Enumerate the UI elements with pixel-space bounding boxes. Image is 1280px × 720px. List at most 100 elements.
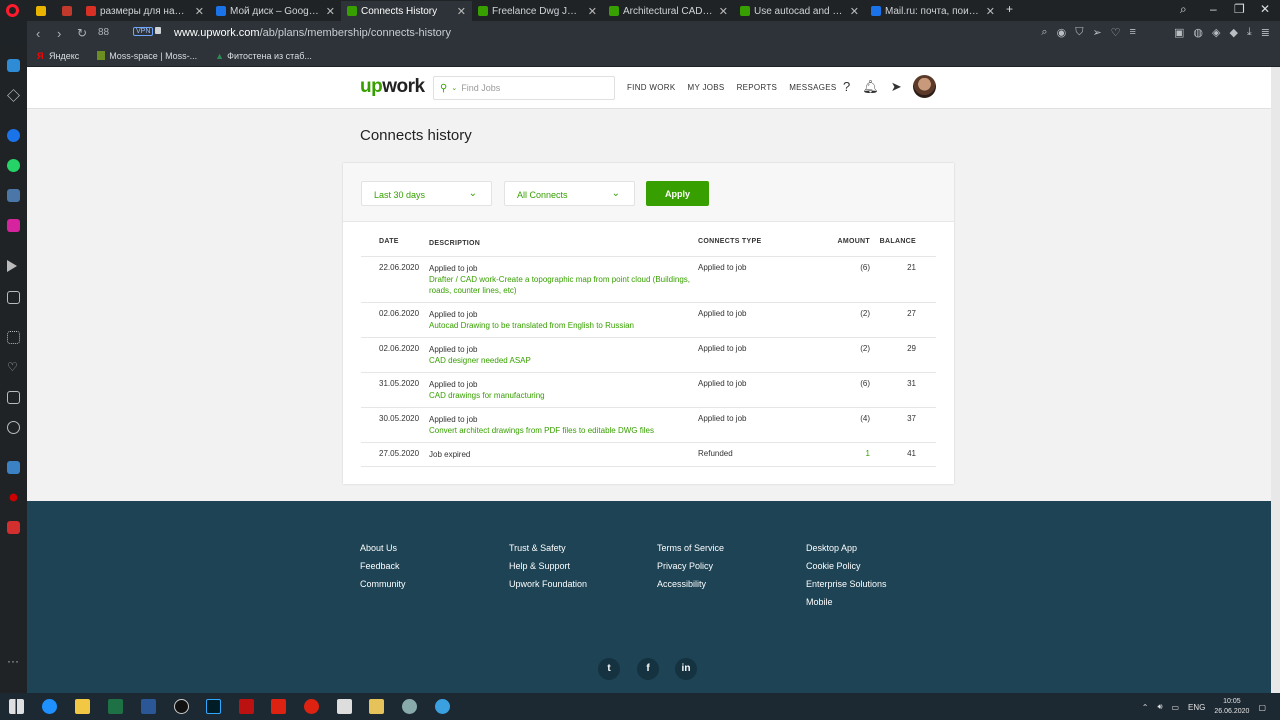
footer-link[interactable]: Privacy Policy	[657, 557, 724, 575]
job-link[interactable]: CAD designer needed ASAP	[429, 355, 698, 366]
footer-link[interactable]: Trust & Safety	[509, 539, 587, 557]
bell-icon[interactable]: 🔔︎	[862, 79, 879, 95]
period-select[interactable]: Last 30 days ⌄	[361, 181, 492, 206]
extension-icon[interactable]: ◍	[1193, 26, 1203, 39]
close-window-icon[interactable]: ✕	[1260, 2, 1270, 16]
start-icon[interactable]	[9, 699, 24, 714]
apps-icon[interactable]	[7, 331, 20, 344]
send-icon[interactable]	[7, 260, 17, 272]
chevron-up-icon[interactable]: ⌃	[1142, 703, 1149, 712]
word-icon[interactable]	[141, 699, 156, 714]
menu-icon[interactable]: ≡	[1130, 26, 1136, 39]
search-icon[interactable]: ⚲	[440, 83, 447, 94]
easy-setup-icon[interactable]: ≣	[1261, 26, 1270, 39]
volume-icon[interactable]: 🔊︎	[1157, 702, 1162, 712]
messenger-icon[interactable]	[7, 129, 20, 142]
news-icon[interactable]	[7, 391, 20, 404]
footer-link[interactable]: About Us	[360, 539, 406, 557]
close-tab-icon[interactable]: ✕	[844, 5, 859, 18]
heart-icon[interactable]: ♡	[1111, 26, 1121, 39]
twitter-icon[interactable]: t	[598, 658, 620, 680]
close-tab-icon[interactable]: ✕	[320, 5, 335, 18]
forward-icon[interactable]: ›	[57, 26, 61, 41]
tab-6[interactable]: Mail.ru: почта, поиск в ин✕	[865, 1, 1001, 21]
calculator-icon[interactable]	[337, 699, 352, 714]
download-icon[interactable]: ⤓	[1247, 26, 1252, 39]
close-tab-icon[interactable]: ✕	[451, 5, 466, 18]
extension-icon[interactable]	[9, 493, 18, 502]
clock[interactable]: 10:05 26.06.2020	[1214, 697, 1249, 717]
send-icon[interactable]: ➢	[1092, 26, 1101, 39]
search-input[interactable]: ⚲ ⌄ Find Jobs	[433, 76, 615, 100]
excel-icon[interactable]	[108, 699, 123, 714]
bookmark-fitostena[interactable]: ▲ Фитостена из стаб...	[215, 51, 312, 62]
app-icon[interactable]	[402, 699, 417, 714]
footer-link[interactable]: Feedback	[360, 557, 406, 575]
nav-my-jobs[interactable]: MY JOBS	[687, 83, 724, 92]
notes-icon[interactable]	[369, 699, 384, 714]
restore-icon[interactable]: ❐	[1234, 2, 1245, 16]
tab-connects-history[interactable]: Connects History ✕	[341, 1, 472, 21]
extension-icon[interactable]	[7, 461, 20, 474]
footer-link[interactable]: Cookie Policy	[806, 557, 887, 575]
tab-1[interactable]: размеры для нанесения с✕	[80, 1, 210, 21]
more-icon[interactable]: ···	[7, 655, 20, 670]
edge-icon[interactable]	[42, 699, 57, 714]
vk-icon[interactable]	[7, 189, 20, 202]
language-indicator[interactable]: ENG	[1188, 703, 1205, 712]
history-icon[interactable]	[7, 421, 20, 434]
extension-icon[interactable]: ◈	[1212, 26, 1220, 39]
apply-button[interactable]: Apply	[646, 181, 709, 206]
tab-4[interactable]: Architectural CAD Drawing✕	[603, 1, 734, 21]
home-icon[interactable]	[7, 59, 20, 72]
help-icon[interactable]: ?	[843, 79, 850, 95]
footer-link[interactable]: Desktop App	[806, 539, 887, 557]
close-tab-icon[interactable]: ✕	[582, 5, 597, 18]
pinned-tab[interactable]	[30, 1, 52, 21]
chevron-down-icon[interactable]: ⌄	[451, 84, 457, 92]
explorer-icon[interactable]	[75, 699, 90, 714]
extension-icon[interactable]: ◆	[1229, 26, 1237, 39]
opera-icon[interactable]	[304, 699, 319, 714]
tab-3[interactable]: Freelance Dwg Jobs Online✕	[472, 1, 603, 21]
footer-link[interactable]: Enterprise Solutions	[806, 575, 887, 593]
tab-2[interactable]: Мой диск – Google Диск✕	[210, 1, 341, 21]
connects-type-select[interactable]: All Connects ⌄	[504, 181, 635, 206]
yandex-icon[interactable]	[7, 521, 20, 534]
speed-dial-count[interactable]: 88	[98, 27, 109, 38]
job-link[interactable]: CAD drawings for manufacturing	[429, 390, 698, 401]
close-tab-icon[interactable]: ✕	[713, 5, 728, 18]
search-tabs-icon[interactable]: ⌕	[1180, 2, 1187, 17]
notifications-icon[interactable]: ▢	[1258, 703, 1266, 712]
camera-icon[interactable]: ◉	[1057, 26, 1067, 39]
job-link[interactable]: Drafter / CAD work-Create a topographic …	[429, 274, 698, 296]
pinned-tab[interactable]	[56, 1, 78, 21]
network-icon[interactable]: ▭	[1171, 703, 1179, 712]
nav-find-work[interactable]: FIND WORK	[627, 83, 675, 92]
search-icon[interactable]: ⌕	[1041, 26, 1047, 39]
minimize-icon[interactable]: –	[1210, 2, 1217, 16]
pdf-icon[interactable]	[239, 699, 254, 714]
wallet-icon[interactable]	[7, 291, 20, 304]
nav-reports[interactable]: REPORTS	[737, 83, 778, 92]
instagram-icon[interactable]	[7, 219, 20, 232]
footer-link[interactable]: Community	[360, 575, 406, 593]
cursor-icon[interactable]: ➤	[891, 79, 902, 95]
nav-messages[interactable]: MESSAGES	[789, 83, 836, 92]
bookmark-yandex[interactable]: Я Яндекс	[37, 51, 79, 62]
facebook-icon[interactable]: f	[637, 658, 659, 680]
upwork-logo[interactable]: upwork	[360, 76, 425, 98]
close-tab-icon[interactable]: ✕	[980, 5, 995, 18]
shield-icon[interactable]: ⛉	[1075, 26, 1083, 39]
autocad-icon[interactable]	[271, 699, 286, 714]
back-icon[interactable]: ‹	[36, 26, 40, 41]
opera-menu-icon[interactable]	[6, 4, 19, 17]
footer-link[interactable]: Accessibility	[657, 575, 724, 593]
app-icon[interactable]	[174, 699, 189, 714]
footer-link[interactable]: Mobile	[806, 593, 887, 611]
footer-link[interactable]: Terms of Service	[657, 539, 724, 557]
url-field[interactable]: www.upwork.com/ab/plans/membership/conne…	[174, 27, 451, 39]
close-tab-icon[interactable]: ✕	[189, 5, 204, 18]
tab-5[interactable]: Use autocad and sketch up✕	[734, 1, 865, 21]
reload-icon[interactable]: ↻	[77, 26, 87, 40]
